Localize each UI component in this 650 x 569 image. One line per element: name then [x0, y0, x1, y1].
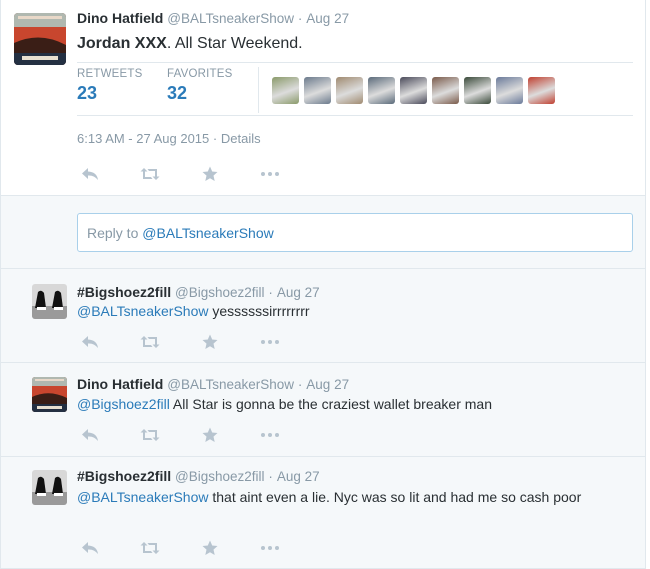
tweet-author: Dino Hatfield @BALTsneakerShow · Aug 27 — [77, 10, 349, 26]
mention-link[interactable]: @Bigshoez2fill — [77, 396, 170, 412]
tweet-text-bold: Jordan XXX — [77, 35, 167, 52]
tweet-stats: RETWEETS 23 FAVORITES 32 — [77, 62, 633, 116]
tweet-author: #Bigshoez2fill @Bigshoez2fill · Aug 27 — [77, 468, 320, 484]
author-name[interactable]: Dino Hatfield — [77, 376, 163, 392]
favoriter-avatar[interactable] — [464, 77, 491, 104]
reply-tweet[interactable]: #Bigshoez2fill @Bigshoez2fill · Aug 27 @… — [1, 457, 645, 569]
more-icon[interactable] — [260, 164, 280, 184]
tweet-date[interactable]: Aug 27 — [277, 285, 320, 300]
reply-icon[interactable] — [80, 164, 100, 184]
separator: · — [297, 377, 303, 392]
favoriter-avatar[interactable] — [304, 77, 331, 104]
favorite-icon[interactable] — [200, 425, 220, 445]
tweet-date[interactable]: Aug 27 — [306, 11, 349, 26]
more-icon[interactable] — [260, 425, 280, 445]
retweet-icon[interactable] — [140, 425, 160, 445]
stats-divider — [258, 67, 259, 113]
separator: · — [268, 285, 273, 300]
reply-composer-area: Reply to @BALTsneakerShow — [1, 195, 645, 269]
author-handle[interactable]: @Bigshoez2fill — [175, 469, 265, 484]
tweet-detail-panel: Dino Hatfield @BALTsneakerShow · Aug 27 … — [0, 0, 646, 569]
main-tweet: Dino Hatfield @BALTsneakerShow · Aug 27 … — [1, 0, 645, 195]
favoriter-avatar[interactable] — [368, 77, 395, 104]
tweet-actions — [80, 332, 320, 352]
more-icon[interactable] — [260, 332, 280, 352]
tweet-text: @BALTsneakerShow that aint even a lie. N… — [77, 488, 607, 507]
author-handle[interactable]: @Bigshoez2fill — [175, 285, 265, 300]
favoriter-avatar[interactable] — [336, 77, 363, 104]
favoriter-avatar[interactable] — [496, 77, 523, 104]
timestamp-text: 6:13 AM - 27 Aug 2015 — [77, 131, 210, 146]
tweet-date[interactable]: Aug 27 — [277, 469, 320, 484]
tweet-text: @Bigshoez2fill All Star is gonna be the … — [77, 395, 617, 414]
avatar[interactable] — [32, 284, 67, 319]
avatar[interactable] — [32, 470, 67, 505]
author-handle[interactable]: @BALTsneakerShow — [167, 11, 294, 26]
tweet-timestamp: 6:13 AM - 27 Aug 2015 · Details — [77, 131, 261, 146]
favorite-icon[interactable] — [200, 332, 220, 352]
separator: · — [212, 131, 218, 146]
reply-icon[interactable] — [80, 538, 100, 558]
retweets-label: RETWEETS — [77, 68, 143, 80]
reply-prefix: Reply to — [87, 225, 143, 241]
favoriter-avatar[interactable] — [528, 77, 555, 104]
reply-icon[interactable] — [80, 425, 100, 445]
tweet-text-rest: . All Star Weekend. — [166, 35, 303, 52]
favorite-icon[interactable] — [200, 538, 220, 558]
mention-link[interactable]: @BALTsneakerShow — [77, 489, 208, 505]
retweet-icon[interactable] — [140, 538, 160, 558]
favoriter-avatar[interactable] — [272, 77, 299, 104]
tweet-actions — [80, 538, 320, 558]
tweet-actions — [80, 164, 320, 184]
tweet-text: Jordan XXX. All Star Weekend. — [77, 35, 303, 53]
author-handle[interactable]: @BALTsneakerShow — [167, 377, 294, 392]
favoriter-avatar[interactable] — [432, 77, 459, 104]
reply-mention: @BALTsneakerShow — [142, 225, 274, 241]
author-name[interactable]: #Bigshoez2fill — [77, 468, 171, 484]
tweet-text-body: All Star is gonna be the craziest wallet… — [169, 396, 492, 412]
separator: · — [268, 469, 273, 484]
separator: · — [297, 11, 303, 26]
mention-link[interactable]: @BALTsneakerShow — [77, 303, 208, 319]
reply-input[interactable]: Reply to @BALTsneakerShow — [77, 213, 633, 252]
avatar[interactable] — [14, 13, 66, 65]
tweet-actions — [80, 425, 320, 445]
favorites-label: FAVORITES — [167, 68, 233, 80]
tweet-author: #Bigshoez2fill @Bigshoez2fill · Aug 27 — [77, 284, 320, 300]
tweet-text: @BALTsneakerShow yessssssirrrrrrrr — [77, 302, 617, 321]
retweets-stat[interactable]: RETWEETS 23 — [77, 68, 143, 104]
favorites-count: 32 — [167, 83, 188, 103]
author-name[interactable]: Dino Hatfield — [77, 10, 163, 26]
reply-tweet[interactable]: Dino Hatfield @BALTsneakerShow · Aug 27 … — [1, 363, 645, 457]
favorite-icon[interactable] — [200, 164, 220, 184]
avatar[interactable] — [32, 377, 67, 412]
retweet-icon[interactable] — [140, 164, 160, 184]
favorites-stat[interactable]: FAVORITES 32 — [167, 68, 233, 104]
more-icon[interactable] — [260, 538, 280, 558]
retweets-count: 23 — [77, 83, 98, 103]
reply-tweet[interactable]: #Bigshoez2fill @Bigshoez2fill · Aug 27 @… — [1, 269, 645, 363]
details-link[interactable]: Details — [221, 131, 261, 146]
tweet-text-body: that aint even a lie. Nyc was so lit and… — [208, 489, 582, 505]
retweet-icon[interactable] — [140, 332, 160, 352]
favoriter-avatar[interactable] — [400, 77, 427, 104]
tweet-text-body: yessssssirrrrrrrr — [208, 303, 310, 319]
reply-icon[interactable] — [80, 332, 100, 352]
favoriter-avatars — [272, 77, 555, 104]
author-name[interactable]: #Bigshoez2fill — [77, 284, 171, 300]
tweet-date[interactable]: Aug 27 — [306, 377, 349, 392]
tweet-author: Dino Hatfield @BALTsneakerShow · Aug 27 — [77, 376, 349, 392]
